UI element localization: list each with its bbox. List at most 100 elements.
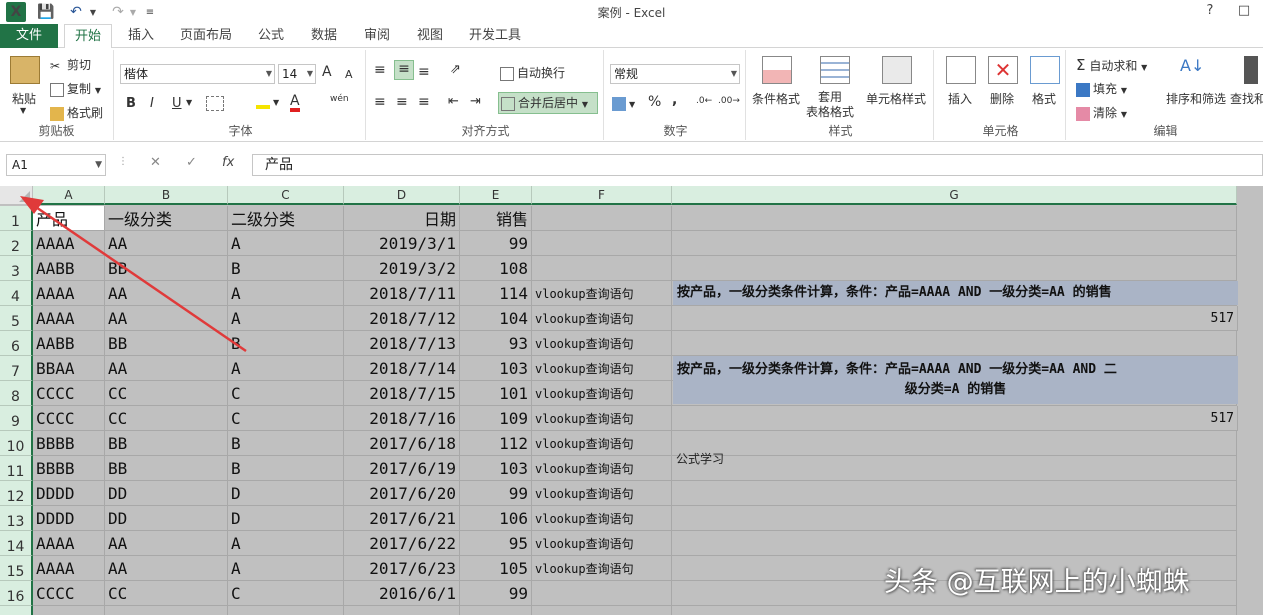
cell-b13[interactable]: DD (105, 506, 228, 531)
row-header-17[interactable]: 17 (0, 606, 33, 615)
cell-g6[interactable] (672, 331, 1237, 356)
cell-g2[interactable] (672, 231, 1237, 256)
cell-d6[interactable]: 2018/7/13 (344, 331, 460, 356)
align-middle-icon[interactable]: ≡ (394, 60, 414, 80)
cell-c8[interactable]: C (228, 381, 344, 406)
cell-e9[interactable]: 109 (460, 406, 532, 431)
cell-g9[interactable]: 517 (673, 406, 1238, 431)
cell-e5[interactable]: 104 (460, 306, 532, 331)
find-select-button[interactable]: 查找和 (1230, 90, 1263, 107)
cell-b12[interactable]: DD (105, 481, 228, 506)
cell-g17[interactable] (672, 606, 1237, 615)
tab-view[interactable]: 视图 (411, 24, 449, 48)
paste-button[interactable]: 粘贴 (12, 90, 36, 107)
cell-d2[interactable]: 2019/3/1 (344, 231, 460, 256)
cell-a2[interactable]: AAAA (33, 231, 105, 256)
cell-b1[interactable]: 一级分类 (105, 206, 228, 231)
cell-styles-button[interactable]: 单元格样式 (866, 90, 926, 107)
cell-f7[interactable]: vlookup查询语句 (532, 356, 672, 381)
cell-c16[interactable]: C (228, 581, 344, 606)
cell-c4[interactable]: A (228, 281, 344, 306)
font-name-select[interactable]: 楷体 ▼ (120, 64, 275, 84)
cell-f6[interactable]: vlookup查询语句 (532, 331, 672, 356)
cell-g11[interactable] (672, 456, 1237, 481)
cell-a9[interactable]: CCCC (33, 406, 105, 431)
column-header-e[interactable]: E (460, 186, 532, 205)
cell-f4[interactable]: vlookup查询语句 (532, 281, 672, 306)
cell-g4-note[interactable]: 按产品，一级分类条件计算，条件：产品=AAAA AND 一级分类=AA 的销售 (673, 281, 1238, 305)
shrink-font-button[interactable]: A (345, 68, 353, 81)
cell-g12[interactable] (672, 481, 1237, 506)
format-painter-button[interactable]: 格式刷 (50, 104, 103, 121)
tab-file[interactable]: 文件 (0, 24, 58, 48)
tab-insert[interactable]: 插入 (122, 24, 160, 48)
ribbon-display-icon[interactable]: □ (1232, 0, 1256, 22)
cell-f5[interactable]: vlookup查询语句 (532, 306, 672, 331)
cell-b8[interactable]: CC (105, 381, 228, 406)
clear-button[interactable]: 清除 ▼ (1076, 104, 1127, 121)
align-center-icon[interactable]: ≡ (396, 94, 408, 110)
cell-f15[interactable]: vlookup查询语句 (532, 556, 672, 581)
cell-e17[interactable] (460, 606, 532, 615)
cell-b2[interactable]: AA (105, 231, 228, 256)
orientation-icon[interactable]: ⇗ (450, 62, 461, 77)
cell-c12[interactable]: D (228, 481, 344, 506)
phonetic-guide-button[interactable]: wén (330, 94, 349, 104)
name-box[interactable]: A1 ▼ (6, 154, 106, 176)
cell-b5[interactable]: AA (105, 306, 228, 331)
formula-input[interactable]: 产品 (252, 154, 1263, 176)
cell-e11[interactable]: 103 (460, 456, 532, 481)
increase-decimal-icon[interactable]: .0← (696, 96, 712, 106)
decrease-decimal-icon[interactable]: .00→ (718, 96, 740, 106)
cell-d9[interactable]: 2018/7/16 (344, 406, 460, 431)
tab-review[interactable]: 审阅 (358, 24, 396, 48)
cell-f17[interactable] (532, 606, 672, 615)
cell-a5[interactable]: AAAA (33, 306, 105, 331)
underline-button[interactable]: U (172, 96, 182, 111)
align-bottom-icon[interactable]: ≡ (418, 64, 430, 80)
copy-button[interactable]: 复制 ▼ (50, 80, 101, 97)
cell-d4[interactable]: 2018/7/11 (344, 281, 460, 306)
cell-e16[interactable]: 99 (460, 581, 532, 606)
cell-e8[interactable]: 101 (460, 381, 532, 406)
cell-c1[interactable]: 二级分类 (228, 206, 344, 231)
cell-b16[interactable]: CC (105, 581, 228, 606)
cell-c13[interactable]: D (228, 506, 344, 531)
cell-g1[interactable] (672, 206, 1237, 231)
font-color-button[interactable]: A (290, 94, 300, 112)
cell-f3[interactable] (532, 256, 672, 281)
cell-e10[interactable]: 112 (460, 431, 532, 456)
cell-f9[interactable]: vlookup查询语句 (532, 406, 672, 431)
fill-button[interactable]: 填充 ▼ (1076, 80, 1127, 97)
cell-d5[interactable]: 2018/7/12 (344, 306, 460, 331)
cell-f2[interactable] (532, 231, 672, 256)
cell-e3[interactable]: 108 (460, 256, 532, 281)
format-as-table-button[interactable]: 套用 表格格式 (806, 90, 854, 120)
autosum-button[interactable]: Σ 自动求和 ▼ (1076, 56, 1147, 74)
cell-c2[interactable]: A (228, 231, 344, 256)
borders-icon[interactable] (206, 96, 224, 111)
cell-g3[interactable]: 公式学习 (676, 450, 724, 467)
cell-c7[interactable]: A (228, 356, 344, 381)
cancel-icon[interactable]: ✕ (150, 155, 161, 170)
cell-c15[interactable]: A (228, 556, 344, 581)
cell-e15[interactable]: 105 (460, 556, 532, 581)
row-header-14[interactable]: 14 (0, 531, 33, 556)
enter-icon[interactable]: ✓ (186, 155, 197, 170)
cell-g3[interactable] (672, 256, 1237, 281)
cell-e6[interactable]: 93 (460, 331, 532, 356)
cell-a11[interactable]: BBBB (33, 456, 105, 481)
row-header-2[interactable]: 2 (0, 231, 33, 256)
italic-button[interactable]: I (150, 96, 154, 111)
cell-b4[interactable]: AA (105, 281, 228, 306)
cell-e1[interactable]: 销售 (460, 206, 532, 231)
format-cells-button[interactable]: 格式 (1032, 90, 1056, 107)
cell-e4[interactable]: 114 (460, 281, 532, 306)
cell-g13[interactable] (672, 506, 1237, 531)
cell-g5[interactable]: 517 (673, 306, 1238, 331)
cell-b3[interactable]: BB (105, 256, 228, 281)
cell-d12[interactable]: 2017/6/20 (344, 481, 460, 506)
column-header-g[interactable]: G (672, 186, 1237, 205)
insert-function-button[interactable]: fx (222, 155, 234, 170)
cut-button[interactable]: ✂ 剪切 (50, 56, 91, 73)
